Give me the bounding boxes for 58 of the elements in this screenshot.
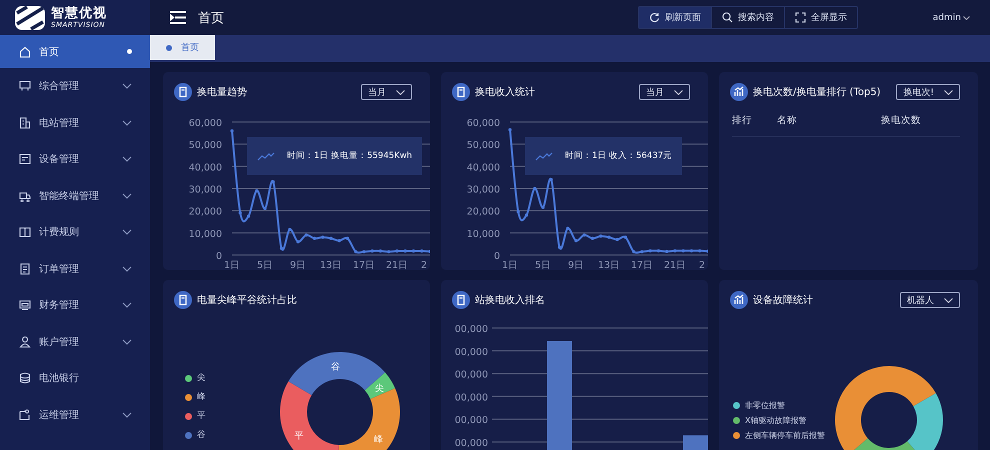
axis-label: 00,000 — [454, 324, 488, 335]
legend-label: 尖 — [197, 372, 206, 384]
axis-label: 5日 — [256, 260, 274, 270]
axis-label: 30,000 — [188, 184, 222, 196]
legend-label: 峰 — [197, 391, 206, 403]
slice-label: 尖 — [374, 384, 384, 394]
slice-label: 峰 — [374, 435, 383, 446]
axis-label: 00,000 — [454, 438, 488, 449]
axis-label: 21日 — [664, 260, 686, 270]
slice-label: 平 — [294, 431, 304, 442]
axis-label: 13日 — [320, 260, 342, 270]
axis-label: 50,000 — [188, 140, 222, 152]
axis-label: 30,000 — [466, 184, 500, 196]
axis-label: 17日 — [352, 260, 376, 270]
axis-label: 9日 — [568, 260, 584, 270]
axis-label: 2 — [421, 260, 428, 270]
axis-label: 5日 — [534, 260, 552, 270]
axis-label: 40,000 — [188, 162, 222, 174]
axis-label: 00,000 — [454, 370, 488, 381]
legend-label: 平 — [197, 410, 206, 422]
legend-label: X轴驱动故障报警 — [745, 415, 806, 426]
axis-label: 40,000 — [466, 162, 500, 174]
tooltip-text: 时间：1日 换电量：55945Kwh — [287, 150, 412, 162]
axis-label: 1日 — [224, 260, 240, 270]
axis-label: 13日 — [598, 260, 620, 270]
column-header: 排行 — [732, 114, 753, 127]
axis-label: 20,000 — [188, 206, 222, 218]
card-title: 换电收入统计 — [475, 86, 535, 99]
slice-label: 谷 — [331, 362, 340, 373]
axis-label: 10,000 — [188, 228, 222, 240]
legend-label: 左侧车辆停车前后报警 — [745, 430, 825, 441]
axis-label: 0 — [216, 251, 222, 262]
axis-label: 10,000 — [466, 228, 500, 240]
axis-label: 21日 — [386, 260, 408, 270]
axis-label: 9日 — [290, 260, 306, 270]
card-title: 站换电收入排名 — [475, 294, 545, 307]
axis-label: 1日 — [502, 260, 518, 270]
axis-label: 0 — [494, 251, 500, 262]
axis-label: 60,000 — [188, 118, 222, 129]
axis-label: 2 — [699, 260, 706, 270]
logo-name: 智慧优视 — [51, 6, 107, 20]
card-title: 换电量趋势 — [197, 86, 247, 99]
axis-label: 00,000 — [454, 392, 488, 404]
legend-label: 非零位报警 — [745, 400, 785, 411]
card-title: 换电次数/换电量排行 (Top5) — [753, 86, 881, 99]
card-title: 设备故障统计 — [753, 294, 813, 307]
axis-label: 60,000 — [466, 118, 500, 129]
axis-label: 00,000 — [454, 346, 488, 358]
axis-label: 17日 — [630, 260, 654, 270]
column-header: 换电次数 — [881, 114, 921, 127]
legend-label: 谷 — [197, 429, 206, 441]
card-title: 电量尖峰平谷统计占比 — [197, 294, 297, 307]
axis-label: 20,000 — [466, 206, 500, 218]
axis-label: 00,000 — [454, 415, 488, 426]
tooltip-text: 时间：1日 收入：56437元 — [565, 150, 672, 162]
page-title: 首页 — [198, 10, 224, 26]
column-header: 名称 — [777, 114, 798, 127]
axis-label: 50,000 — [466, 140, 500, 152]
